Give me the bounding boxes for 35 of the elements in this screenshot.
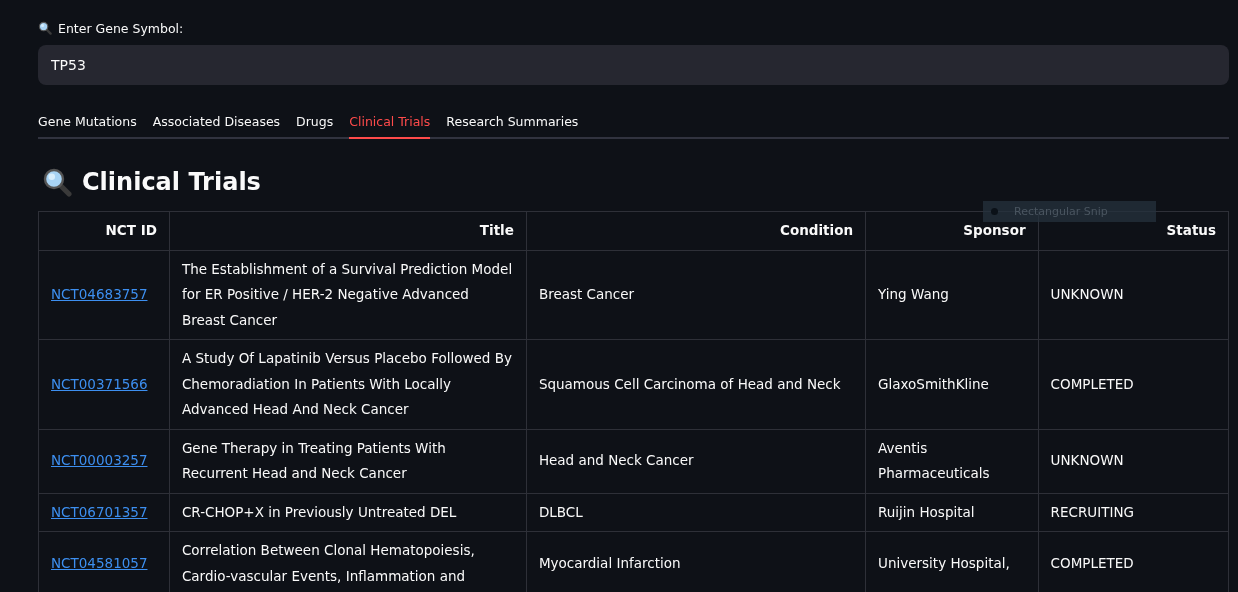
trial-link[interactable]: NCT04683757: [51, 286, 148, 302]
search-icon: [42, 167, 72, 197]
table-cell: Aventis Pharmaceuticals: [865, 429, 1039, 493]
table-cell: Breast Cancer: [526, 250, 866, 340]
table-cell: A Study Of Lapatinib Versus Placebo Followed By Chemoradiation In Patients With Locally Advanced Head And Neck Cancer: [169, 339, 527, 429]
trial-link[interactable]: NCT04581057: [51, 554, 148, 571]
table-cell: Gene Therapy in Treating Patients With Recurrent Head and Neck Cancer: [169, 429, 527, 493]
table-cell: Ying Wang: [865, 250, 1039, 340]
table-cell: Squamous Cell Carcinoma of Head and Neck: [526, 339, 866, 429]
table-cell: Ruijin Hospital: [865, 493, 1039, 532]
table-cell: GlaxoSmithKline: [865, 339, 1039, 429]
column-header: Condition: [526, 211, 866, 250]
table-cell: DLBCL: [526, 493, 866, 532]
table-cell: UNKNOWN: [1038, 429, 1229, 493]
tab[interactable]: Gene Mutations: [38, 109, 137, 139]
table-cell: The Establishment of a Survival Prediction Model for ER Positive / HER-2 Negative Advanced Breast Cancer: [169, 250, 527, 340]
column-header: Title: [169, 211, 527, 250]
trial-link[interactable]: NCT06701357: [51, 503, 148, 520]
dot-icon: [991, 208, 998, 215]
table-cell: UNKNOWN: [1038, 250, 1229, 340]
table-cell: Head and Neck Cancer: [526, 429, 866, 493]
table-cell: RECRUITING: [1038, 493, 1229, 532]
gene-symbol-field[interactable]: TP53: [38, 45, 1229, 85]
search-icon: [38, 21, 52, 35]
trial-link[interactable]: NCT00371566: [51, 375, 148, 392]
tab[interactable]: Research Summaries: [446, 109, 579, 139]
table-cell: COMPLETED: [1038, 339, 1229, 429]
trial-link[interactable]: NCT00003257: [51, 452, 148, 469]
field-label: Enter Gene Symbol:: [58, 20, 184, 36]
column-header: NCT ID: [38, 211, 170, 250]
section-heading: Clinical Trials: [82, 168, 261, 196]
tab[interactable]: Clinical Trials: [349, 109, 431, 139]
table-cell: CR-CHOP+X in Previously Untreated DEL: [169, 493, 527, 532]
tab[interactable]: Drugs: [296, 109, 334, 139]
tab[interactable]: Associated Diseases: [152, 109, 281, 139]
